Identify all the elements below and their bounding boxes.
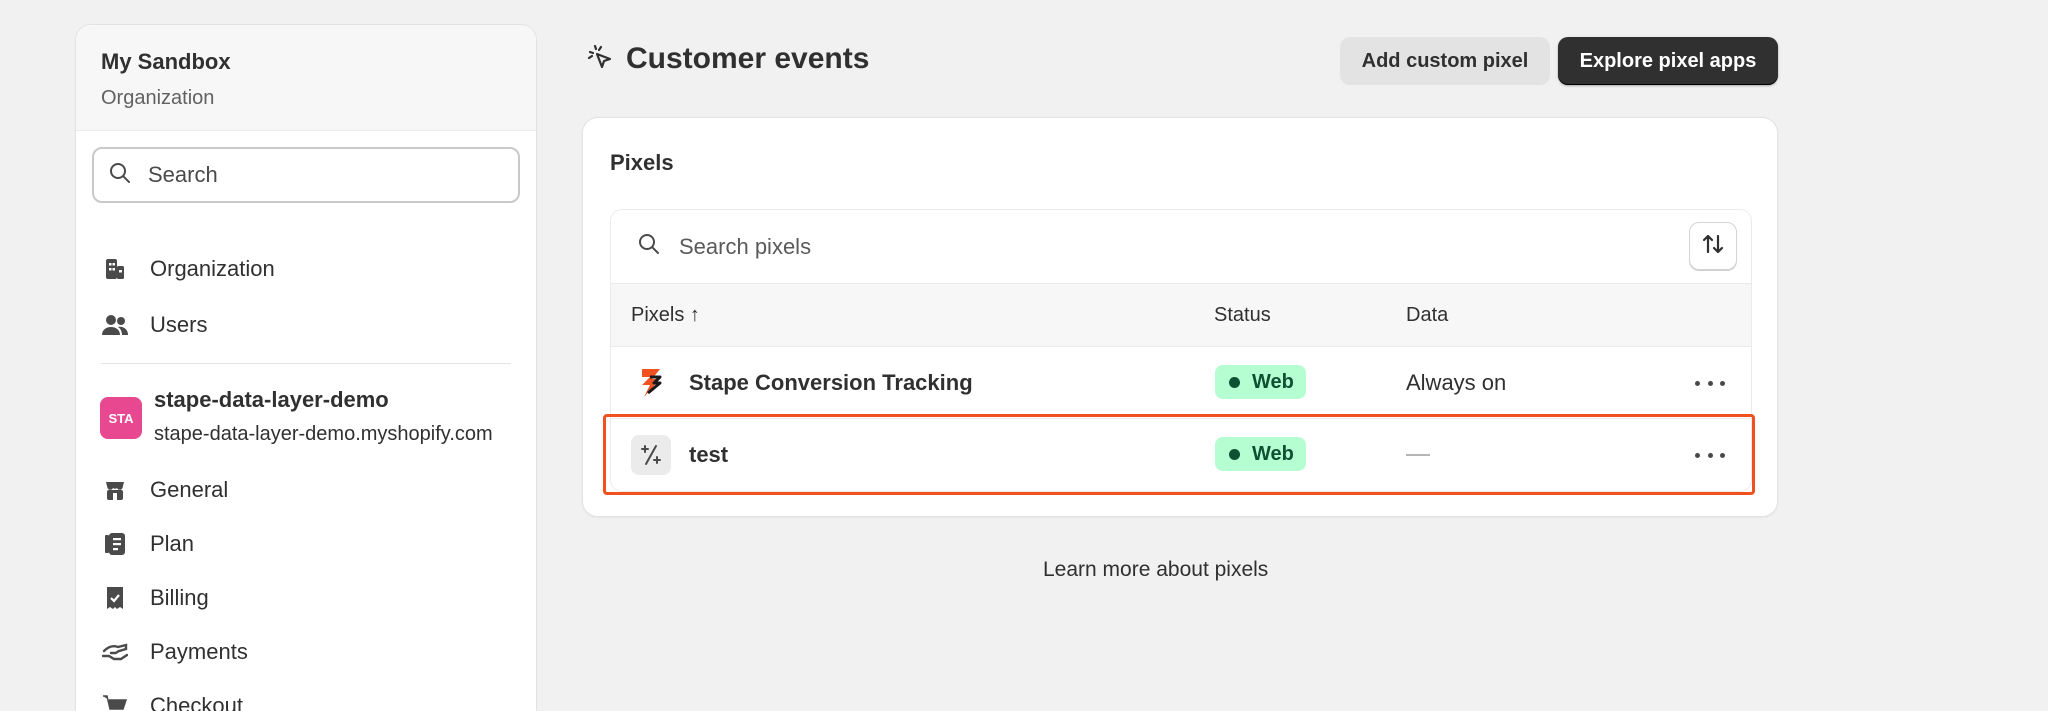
status-dot: [1229, 448, 1240, 460]
pixel-name-cell: test: [631, 419, 728, 491]
sidebar-item-general[interactable]: General: [102, 468, 522, 512]
ellipsis-icon: [1695, 380, 1700, 386]
status-label: Web: [1252, 370, 1294, 393]
payments-icon: [102, 639, 128, 665]
sidebar-search[interactable]: [92, 147, 520, 203]
users-icon: [102, 312, 128, 338]
organization-subtitle: Organization: [101, 87, 215, 109]
organization-name: My Sandbox: [101, 49, 231, 74]
sidebar-item-billing[interactable]: Billing: [102, 576, 522, 620]
add-custom-pixel-button[interactable]: Add custom pixel: [1340, 37, 1550, 85]
sidebar-item-label: Payments: [150, 639, 248, 664]
sidebar-item-label: Plan: [150, 531, 195, 556]
status-dot: [1229, 376, 1240, 388]
status-badge: Web: [1215, 437, 1306, 471]
table-header: Pixels ↑ Status Data: [611, 283, 1751, 347]
customer-events-icon: [586, 43, 614, 76]
column-header-pixels[interactable]: Pixels ↑: [631, 304, 700, 327]
data-cell: Always on: [1406, 370, 1507, 395]
empty-dash: [1406, 454, 1430, 456]
store-switcher[interactable]: STA stape-data-layer-demo stape-data-lay…: [100, 387, 493, 446]
explore-pixel-apps-button[interactable]: Explore pixel apps: [1558, 37, 1778, 85]
pixels-table: Pixels ↑ Status Data Stape Conversion Tr…: [610, 209, 1752, 492]
learn-more-link[interactable]: Learn more about pixels: [1043, 558, 1268, 582]
store-name: stape-data-layer-demo: [154, 387, 389, 412]
search-icon: [108, 161, 132, 190]
sidebar-item-payments[interactable]: Payments: [102, 630, 522, 674]
sidebar-search-input[interactable]: [148, 162, 498, 188]
sidebar-item-organization[interactable]: Organization: [102, 247, 522, 291]
column-header-data: Data: [1406, 304, 1449, 326]
sidebar-item-checkout[interactable]: Checkout: [102, 684, 522, 711]
store-icon: [102, 477, 128, 503]
cart-icon: [102, 693, 128, 711]
sidebar-item-plan[interactable]: Plan: [102, 522, 522, 566]
store-avatar: STA: [100, 397, 142, 439]
more-actions-button[interactable]: [1695, 371, 1725, 395]
sidebar-item-label: General: [150, 477, 229, 502]
settings-sidebar: My Sandbox Organization Organization Use…: [75, 24, 537, 711]
page-header: Customer events: [586, 42, 869, 76]
table-row[interactable]: Stape Conversion Tracking Web Always on: [611, 347, 1751, 419]
sidebar-divider: [101, 363, 511, 364]
organization-header[interactable]: My Sandbox Organization: [76, 25, 536, 131]
sort-button[interactable]: [1689, 222, 1737, 270]
more-actions-button[interactable]: [1695, 443, 1725, 467]
sidebar-item-label: Organization: [150, 256, 275, 281]
column-header-status: Status: [1214, 304, 1271, 326]
pixel-name: test: [689, 442, 729, 467]
sidebar-item-label: Checkout: [150, 693, 243, 711]
sidebar-item-users[interactable]: Users: [102, 303, 522, 347]
billing-icon: [102, 585, 128, 611]
stape-logo-icon: [631, 363, 671, 403]
table-row[interactable]: test Web: [611, 419, 1751, 491]
status-label: Web: [1252, 442, 1294, 465]
store-domain: stape-data-layer-demo.myshopify.com: [154, 423, 493, 445]
status-badge: Web: [1215, 365, 1306, 399]
pixels-search-input[interactable]: [679, 233, 1279, 260]
pixel-name-cell: Stape Conversion Tracking: [631, 347, 973, 419]
card-title: Pixels: [610, 150, 674, 175]
data-cell: [1406, 419, 1430, 491]
building-icon: [102, 256, 128, 282]
pixels-card: Pixels Pixels ↑ Status Data Stape: [582, 117, 1778, 517]
ellipsis-icon: [1695, 452, 1700, 458]
search-icon: [637, 232, 661, 261]
custom-pixel-icon: [631, 435, 671, 475]
sidebar-item-label: Users: [150, 312, 208, 337]
sidebar-item-label: Billing: [150, 585, 209, 610]
pixel-name: Stape Conversion Tracking: [689, 370, 973, 395]
sort-arrows-icon: [1701, 232, 1725, 261]
plan-icon: [102, 531, 128, 557]
pixels-search[interactable]: [611, 210, 1751, 283]
page-title: Customer events: [626, 42, 870, 75]
